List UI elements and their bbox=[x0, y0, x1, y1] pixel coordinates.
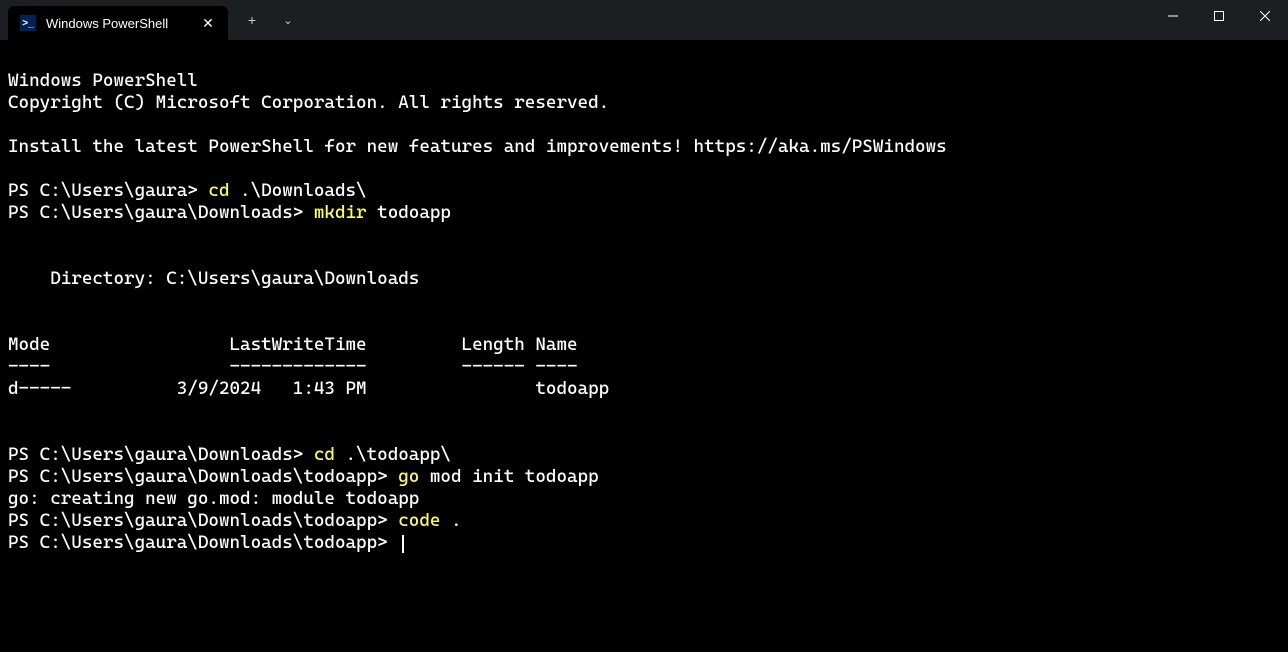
prompt: PS C:\Users\gaura> bbox=[8, 180, 208, 201]
cmd-keyword: cd bbox=[314, 444, 335, 465]
tab-powershell[interactable]: >_ Windows PowerShell ✕ bbox=[8, 6, 228, 40]
powershell-icon: >_ bbox=[20, 15, 36, 31]
cmd-arg: .\todoapp\ bbox=[335, 444, 451, 465]
tabs-area: >_ Windows PowerShell ✕ + ⌄ bbox=[0, 0, 304, 40]
prompt: PS C:\Users\gaura\Downloads> bbox=[8, 202, 314, 223]
prompt: PS C:\Users\gaura\Downloads\todoapp> bbox=[8, 532, 398, 553]
cursor bbox=[402, 535, 404, 553]
cmd-arg: mod init todoapp bbox=[419, 466, 598, 487]
copyright-line: Copyright (C) Microsoft Corporation. All… bbox=[8, 92, 609, 113]
minimize-button[interactable] bbox=[1150, 0, 1196, 32]
terminal-output[interactable]: Windows PowerShell Copyright (C) Microso… bbox=[0, 40, 1288, 562]
close-tab-icon[interactable]: ✕ bbox=[198, 13, 218, 33]
directory-label: Directory: C:\Users\gaura\Downloads bbox=[8, 268, 419, 289]
window-controls bbox=[1150, 0, 1288, 40]
cmd-keyword: go bbox=[398, 466, 419, 487]
cmd-keyword: cd bbox=[208, 180, 229, 201]
table-sep: ---- ------------- ------ ---- bbox=[8, 356, 578, 377]
maximize-button[interactable] bbox=[1196, 0, 1242, 32]
prompt: PS C:\Users\gaura\Downloads> bbox=[8, 444, 314, 465]
cmd-keyword: mkdir bbox=[314, 202, 367, 223]
go-output: go: creating new go.mod: module todoapp bbox=[8, 488, 419, 509]
cmd-arg: . bbox=[440, 510, 461, 531]
tab-controls: + ⌄ bbox=[228, 0, 304, 40]
install-msg: Install the latest PowerShell for new fe… bbox=[8, 136, 947, 157]
tab-dropdown-button[interactable]: ⌄ bbox=[272, 4, 304, 36]
table-header: Mode LastWriteTime Length Name bbox=[8, 334, 578, 355]
close-window-button[interactable] bbox=[1242, 0, 1288, 32]
cmd-keyword: code bbox=[398, 510, 440, 531]
header-line: Windows PowerShell bbox=[8, 70, 198, 91]
prompt: PS C:\Users\gaura\Downloads\todoapp> bbox=[8, 466, 398, 487]
new-tab-button[interactable]: + bbox=[236, 4, 268, 36]
cmd-arg: .\Downloads\ bbox=[229, 180, 366, 201]
titlebar: >_ Windows PowerShell ✕ + ⌄ bbox=[0, 0, 1288, 40]
cmd-arg: todoapp bbox=[367, 202, 451, 223]
tab-title: Windows PowerShell bbox=[46, 16, 188, 31]
prompt: PS C:\Users\gaura\Downloads\todoapp> bbox=[8, 510, 398, 531]
table-row: d----- 3/9/2024 1:43 PM todoapp bbox=[8, 378, 609, 399]
